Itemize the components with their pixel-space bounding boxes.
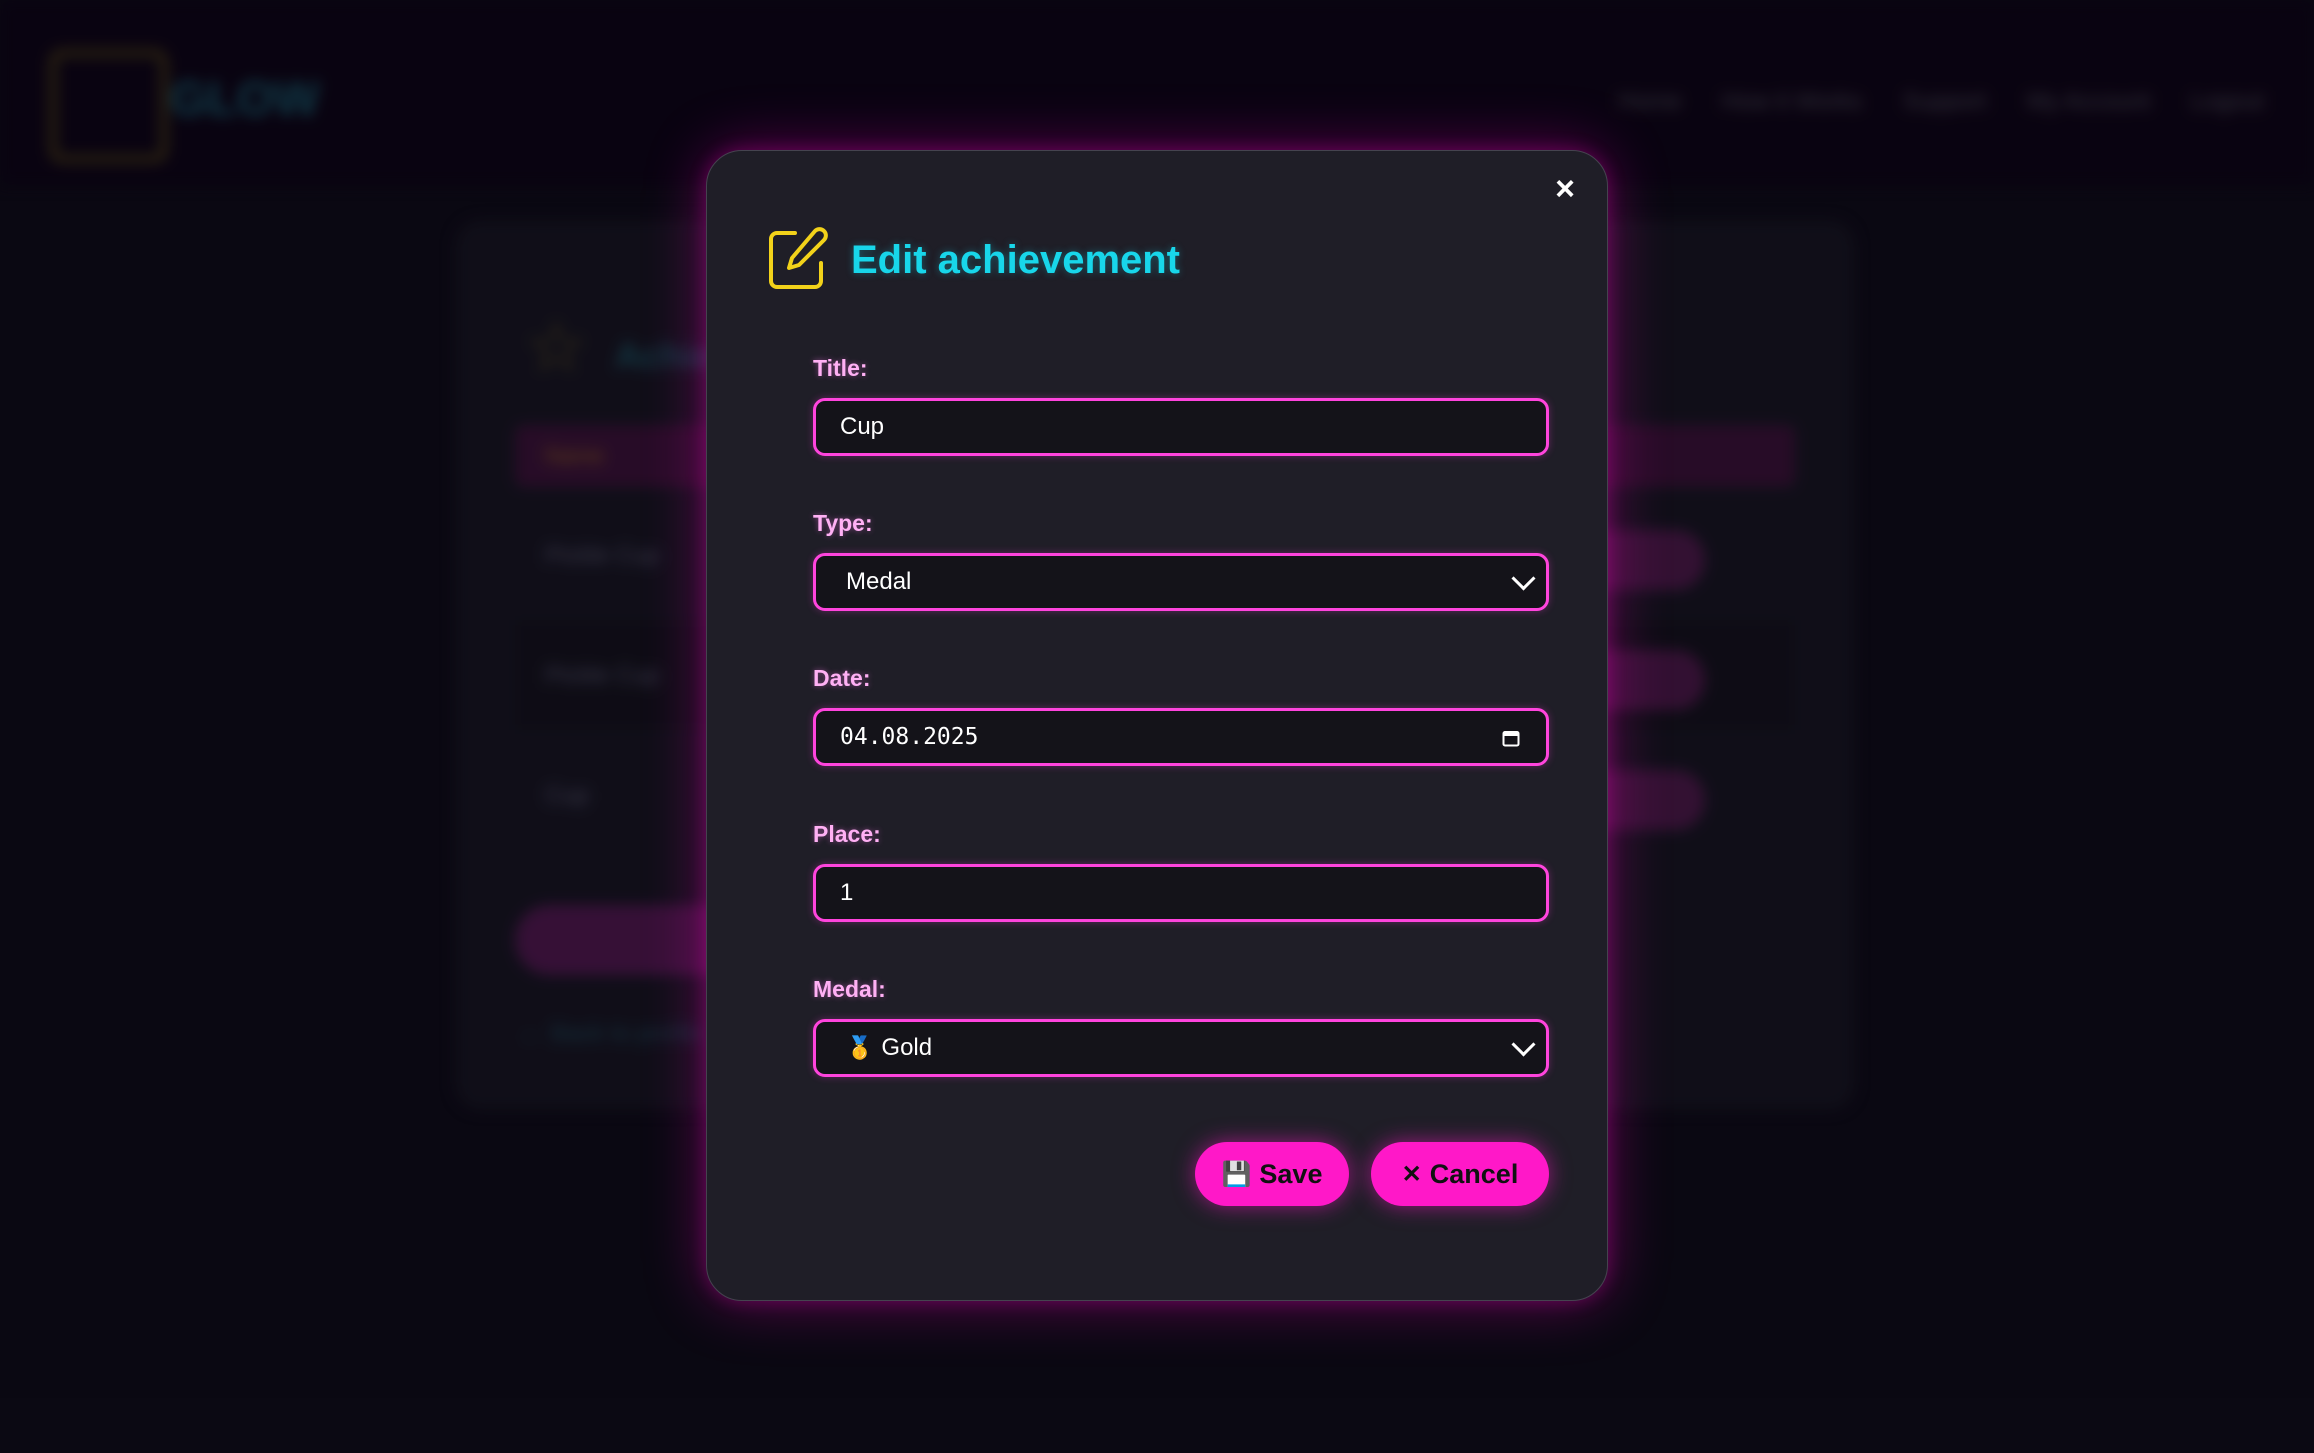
floppy-disk-icon: 💾 — [1221, 1160, 1252, 1188]
title-label: Title: — [813, 355, 868, 381]
date-label: Date: — [813, 665, 871, 691]
gold-medal-icon: 🥇 — [846, 1035, 874, 1060]
edit-achievement-modal: × Edit achievement Title: Cup Type: Meda… — [706, 150, 1608, 1301]
date-field-group: Date: 04.08.2025 — [813, 665, 1549, 766]
calendar-icon[interactable] — [1502, 729, 1520, 747]
modal-header: Edit achievement — [765, 227, 1180, 293]
medal-select-value: Gold — [881, 1034, 933, 1061]
title-field-group: Title: Cup — [813, 355, 1549, 456]
title-input[interactable]: Cup — [813, 398, 1549, 456]
type-label: Type: — [813, 510, 873, 536]
medal-field-group: Medal: 🥇 Gold — [813, 976, 1549, 1077]
cancel-button-label: Cancel — [1429, 1158, 1519, 1189]
medal-select[interactable]: 🥇 Gold — [813, 1019, 1549, 1077]
edit-icon — [769, 227, 828, 289]
place-label: Place: — [813, 821, 881, 847]
save-button-label: Save — [1259, 1158, 1323, 1189]
medal-label: Medal: — [813, 976, 886, 1002]
date-input-value: 04.08.2025 — [840, 724, 979, 750]
save-button[interactable]: 💾 Save — [1195, 1142, 1349, 1206]
place-input[interactable]: 1 — [813, 864, 1549, 922]
close-icon: ✕ — [1401, 1160, 1422, 1188]
date-input[interactable]: 04.08.2025 — [813, 708, 1549, 766]
chevron-down-icon — [1511, 1032, 1536, 1057]
type-select[interactable]: Medal — [813, 553, 1549, 611]
place-field-group: Place: 1 — [813, 821, 1549, 922]
modal-title: Edit achievement — [851, 237, 1181, 282]
close-icon[interactable]: × — [1545, 169, 1585, 209]
type-field-group: Type: Medal — [813, 510, 1549, 611]
type-select-value: Medal — [846, 568, 912, 595]
chevron-down-icon — [1511, 566, 1536, 591]
cancel-button[interactable]: ✕ Cancel — [1371, 1142, 1549, 1206]
